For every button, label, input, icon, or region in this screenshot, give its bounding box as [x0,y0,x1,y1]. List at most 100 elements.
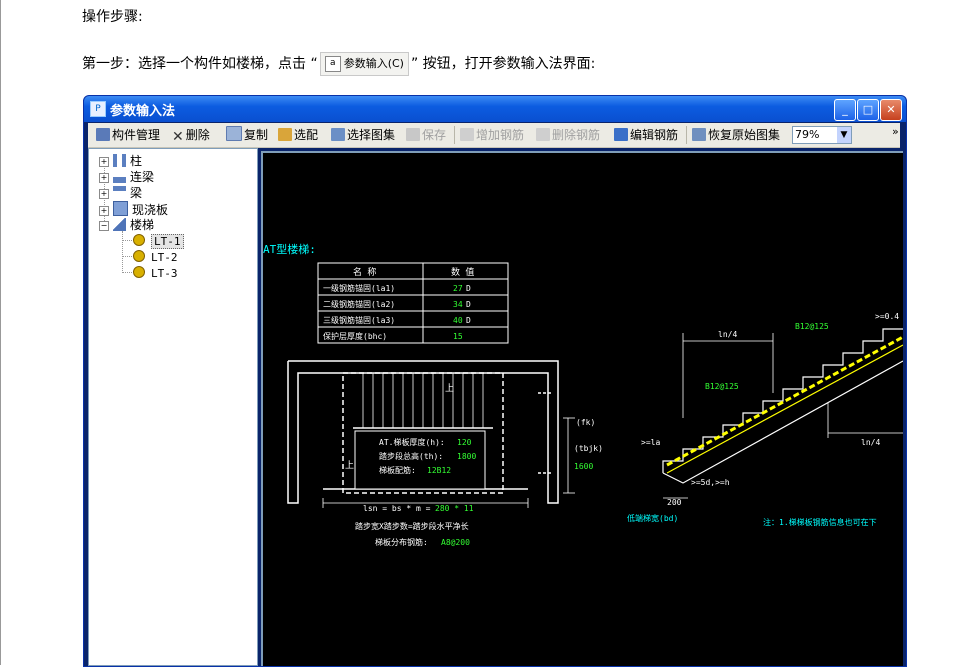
toolbar-separator [454,126,455,144]
select-config-icon [278,128,292,141]
tree-node-beam[interactable]: + 梁 [99,185,142,201]
stair-drawing: AT型楼梯: 名 称 数 值 一级钢筋锚固(la1) 27 D 二级钢筋锚固(l… [263,242,903,547]
plan-total-height-value: 1800 [457,452,476,461]
drawing-canvas[interactable]: AT型楼梯: 名 称 数 值 一级钢筋锚固(la1) 27 D 二级钢筋锚固(l… [261,151,903,666]
atlas-icon [331,128,345,141]
toolbar-overflow-chevron[interactable]: » [892,125,899,138]
collapse-icon[interactable]: − [99,221,109,231]
table-header-value: 数 值 [451,266,474,278]
plan-dist-bar-label: 梯板分布钢筋: [375,537,428,547]
table-row-value: 40 [453,316,463,325]
restore-atlas-button[interactable]: 恢复原始图集 [692,126,780,144]
edit-rebar-icon [614,128,628,141]
gear-icon [133,250,145,262]
link-beam-icon [113,177,126,183]
doc-step-one: 第一步：选择一个构件如楼梯，点击 “a 参数输入(C)” 按钮，打开参数输入法界面… [82,52,595,76]
table-row-value: 27 [453,284,463,293]
plan-up-label-2: 上 [345,460,354,471]
table-row-name: 保护层厚度(bhc) [323,331,387,341]
copy-icon [226,126,242,141]
select-config-button[interactable]: 选配 [278,126,318,144]
section-ge-04: >=0.4 [875,312,899,321]
table-header-name: 名 称 [353,266,376,278]
delete-rebar-button[interactable]: 删除钢筋 [536,126,600,144]
tree-leaf-lt2[interactable]: LT-2 [133,249,178,265]
plan-fk-label: (fk) [576,418,595,427]
close-button[interactable]: ✕ [880,99,902,121]
save-icon [406,128,420,141]
component-manage-button[interactable]: 构件管理 [96,126,160,144]
section-low-width: 低端梯宽(bd) [627,513,678,523]
tree-node-slab[interactable]: + 现浇板 [99,201,168,217]
tree-node-link-beam[interactable]: + 连梁 [99,169,154,185]
window-titlebar[interactable]: P 参数输入法 _ □ ✕ [84,96,906,122]
plan-thickness-label: AT.梯板厚度(h): [379,437,445,447]
section-ge-la: >=la [641,438,660,447]
section-ln4-top: ln/4 [718,330,737,339]
table-row-unit: D [466,300,471,309]
table-row-unit: D [466,316,471,325]
component-manage-icon [96,128,110,141]
tree-leaf-lt3[interactable]: LT-3 [133,265,178,281]
edit-rebar-button[interactable]: 编辑钢筋 [614,126,678,144]
beam-icon [113,186,126,199]
restore-icon [692,128,706,141]
plan-up-label-1: 上 [445,383,454,394]
section-ln4-bottom: ln/4 [861,438,880,447]
add-rebar-icon [460,128,474,141]
slab-icon [113,201,128,216]
table-row-value: 15 [453,332,463,341]
param-input-icon: a [324,56,341,72]
zoom-select[interactable]: 79% ▼ [792,126,852,144]
delete-rebar-icon [536,128,550,141]
inline-param-input-button: a 参数输入(C) [319,52,409,76]
doc-heading: 操作步骤: [82,9,143,25]
copy-button[interactable]: 复制 [226,126,268,144]
tree-node-stair[interactable]: − 楼梯 [99,217,154,233]
page-left-border [0,0,1,665]
section-ge-5d: >=5d,>=h [691,478,730,487]
chevron-down-icon[interactable]: ▼ [837,127,851,143]
window-title: 参数输入法 [110,104,176,119]
plan-thickness-value: 120 [457,438,472,447]
param-input-window: P 参数输入法 _ □ ✕ 构件管理 ✕ 删除 复制 选配 选择图集 保存 增加钢… [83,95,907,667]
zoom-value: 79% [795,128,820,141]
table-row-value: 34 [453,300,463,309]
section-b12-top: B12@125 [795,322,829,331]
add-rebar-button[interactable]: 增加钢筋 [460,126,524,144]
plan-reinforce-label: 梯板配筋: [379,465,416,475]
table-row-unit: D [466,284,471,293]
toolbar: 构件管理 ✕ 删除 复制 选配 选择图集 保存 增加钢筋 删除钢筋 编辑钢筋 恢复… [88,123,900,148]
delete-icon: ✕ [172,129,184,145]
step-prefix: 第一步：选择一个构件如楼梯，点击 “ [82,56,318,72]
expand-icon[interactable]: + [99,189,109,199]
drawing-title: AT型楼梯: [263,242,316,256]
toolbar-separator [686,126,687,144]
plan-total-height-label: 踏步段总高(th): [379,451,443,461]
expand-icon[interactable]: + [99,206,109,216]
expand-icon[interactable]: + [99,157,109,167]
gear-icon [133,266,145,278]
app-icon: P [90,101,106,117]
delete-button[interactable]: ✕ 删除 [172,126,210,145]
save-button[interactable]: 保存 [406,126,446,144]
minimize-button[interactable]: _ [834,99,856,121]
tree-leaf-lt1[interactable]: LT-1 [133,233,184,249]
table-row-name: 三级钢筋锚固(la3) [323,315,395,325]
stair-section-bottom [662,360,903,484]
expand-icon[interactable]: + [99,173,109,183]
section-b12-mid: B12@125 [705,382,739,391]
plan-lsn-values: 280 * 11 [435,504,474,513]
section-note: 注：1.梯梯板钢筋信息也可在下 [763,517,877,527]
table-row-name: 一级钢筋锚固(la1) [323,283,395,293]
section-dim-200: 200 [667,498,682,507]
step-suffix: ” 按钮，打开参数输入法界面: [410,56,596,72]
select-atlas-button[interactable]: 选择图集 [331,126,395,144]
component-tree: + 柱 + 连梁 + 梁 + 现浇板 − 楼梯 LT-1 LT-2 LT-3 [88,148,258,666]
table-row-name: 二级钢筋锚固(la2) [323,299,395,309]
gear-icon [133,234,145,246]
plan-formula-text: 踏步宽X踏步数=踏步段水平净长 [355,521,469,531]
maximize-button[interactable]: □ [857,99,879,121]
column-icon [113,154,126,167]
tree-node-column[interactable]: + 柱 [99,153,142,169]
